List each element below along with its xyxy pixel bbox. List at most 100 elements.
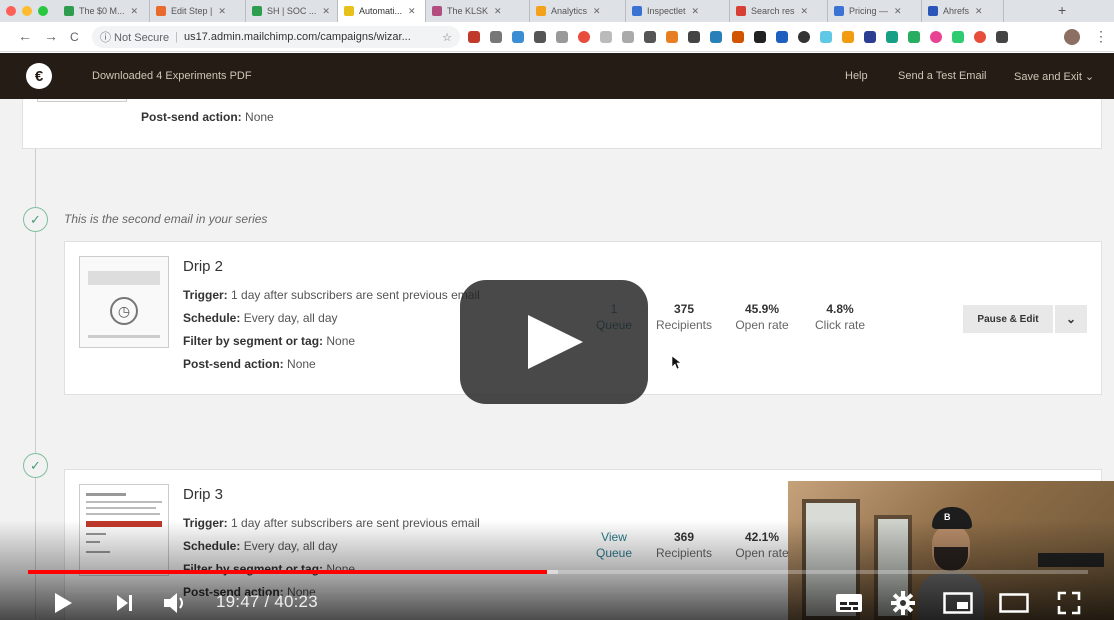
browser-tab[interactable]: The $0 M... ✕ (58, 0, 150, 22)
detail-row: Trigger: 1 day after subscribers are sen… (183, 288, 480, 302)
browser-tab[interactable]: Edit Step | ✕ (150, 0, 246, 22)
extension-icon[interactable] (886, 31, 898, 43)
extension-icon[interactable] (930, 31, 942, 43)
browser-tab[interactable]: Search res ✕ (730, 0, 828, 22)
tab-close-icon[interactable]: ✕ (894, 6, 902, 17)
email-name[interactable]: Drip 2 (183, 258, 223, 275)
save-and-exit-link[interactable]: Save and Exit ⌄ (1014, 70, 1094, 83)
extension-icon[interactable] (468, 31, 480, 43)
extension-icon[interactable] (688, 31, 700, 43)
email-name[interactable]: Drip 3 (183, 486, 223, 503)
browser-menu-icon[interactable]: ⋮ (1094, 28, 1108, 45)
tab-favicon-icon (432, 6, 442, 16)
theater-icon (999, 593, 1029, 613)
detail-row: Schedule: Every day, all day (183, 311, 338, 325)
extension-icon[interactable] (666, 31, 678, 43)
reload-icon[interactable]: C (70, 30, 79, 44)
back-icon[interactable]: ← (18, 28, 32, 44)
mailchimp-header: € Downloaded 4 Experiments PDF Help Send… (0, 53, 1114, 99)
volume-icon (164, 593, 183, 613)
browser-tab[interactable]: Analytics ✕ (530, 0, 626, 22)
theater-mode-button[interactable] (996, 588, 1032, 618)
dropdown-chevron-icon[interactable]: ⌄ (1055, 305, 1087, 333)
stat-block: 4.8% Click rate (805, 302, 875, 332)
play-button[interactable] (460, 280, 648, 404)
video-player[interactable]: The $0 M... ✕ Edit Step | ✕ SH | SOC ... ✕ Aut… (0, 0, 1114, 620)
settings-button[interactable] (886, 588, 920, 618)
gear-icon (891, 591, 915, 615)
extension-icon[interactable] (490, 31, 502, 43)
extension-icon[interactable] (556, 31, 568, 43)
extension-icon[interactable] (842, 31, 854, 43)
extension-icon[interactable] (908, 31, 920, 43)
window-close-icon[interactable] (6, 6, 16, 16)
extension-icon[interactable] (644, 31, 656, 43)
extension-icon[interactable] (798, 31, 810, 43)
duration: 40:23 (274, 592, 318, 611)
stat-value: 4.8% (826, 302, 854, 316)
tab-close-icon[interactable]: ✕ (408, 6, 416, 17)
tab-title: Pricing — (849, 6, 889, 16)
extension-icon[interactable] (820, 31, 832, 43)
browser-tab[interactable]: Pricing — ✕ (828, 0, 922, 22)
detail-value: Every day, all day (240, 311, 338, 325)
progress-bar[interactable] (28, 570, 1088, 574)
extension-icon[interactable] (622, 31, 634, 43)
tab-favicon-icon (64, 6, 74, 16)
stat-label: Click rate (814, 318, 865, 332)
address-bar[interactable]: ⓘ Not Secure | us17.admin.mailchimp.com/… (92, 26, 460, 48)
mute-button[interactable] (158, 588, 192, 618)
extension-icon[interactable] (710, 31, 722, 43)
detail-label: Filter by segment or tag: (183, 334, 324, 348)
browser-tab[interactable]: Inspectlet ✕ (626, 0, 730, 22)
next-video-button[interactable] (110, 588, 140, 618)
tab-close-icon[interactable]: ✕ (801, 6, 809, 17)
fullscreen-button[interactable] (1052, 588, 1086, 618)
tab-close-icon[interactable]: ✕ (593, 6, 601, 17)
extension-icon[interactable] (864, 31, 876, 43)
browser-tab[interactable]: Automati... ✕ (338, 0, 426, 22)
fullscreen-icon (1057, 591, 1081, 615)
tab-close-icon[interactable]: ✕ (218, 6, 226, 17)
next-icon (117, 595, 132, 611)
browser-toolbar: ← → C ⓘ Not Secure | us17.admin.mailchim… (0, 22, 1114, 52)
extension-icon[interactable] (578, 31, 590, 43)
help-link[interactable]: Help (845, 70, 868, 82)
tab-title: Edit Step | (171, 6, 213, 16)
browser-tab[interactable]: The KLSK ✕ (426, 0, 530, 22)
play-control-button[interactable] (48, 588, 78, 618)
subtitles-button[interactable] (832, 588, 866, 618)
tab-close-icon[interactable]: ✕ (131, 6, 139, 17)
send-test-email-link[interactable]: Send a Test Email (898, 70, 986, 82)
extension-icon[interactable] (600, 31, 612, 43)
extension-icon[interactable] (776, 31, 788, 43)
tab-favicon-icon (156, 6, 166, 16)
tab-close-icon[interactable]: ✕ (692, 6, 700, 17)
stat-label: Open rate (735, 318, 789, 332)
security-indicator[interactable]: ⓘ Not Secure (100, 29, 169, 45)
new-tab-icon[interactable]: + (1058, 2, 1066, 18)
bookmark-star-icon[interactable]: ☆ (442, 31, 452, 44)
profile-avatar[interactable] (1064, 29, 1080, 45)
tab-close-icon[interactable]: ✕ (975, 6, 983, 17)
forward-icon[interactable]: → (44, 28, 58, 44)
miniplayer-button[interactable] (940, 588, 976, 618)
url-text[interactable]: us17.admin.mailchimp.com/campaigns/wizar… (184, 31, 411, 43)
miniplayer-icon (943, 592, 973, 614)
browser-tab[interactable]: Ahrefs ✕ (922, 0, 1004, 22)
extension-icon[interactable] (996, 31, 1008, 43)
window-maximize-icon[interactable] (38, 6, 48, 16)
extension-icon[interactable] (974, 31, 986, 43)
tab-close-icon[interactable]: ✕ (322, 6, 330, 17)
extension-icon[interactable] (952, 31, 964, 43)
extension-icon[interactable] (534, 31, 546, 43)
window-minimize-icon[interactable] (22, 6, 32, 16)
extension-icon[interactable] (512, 31, 524, 43)
address-separator: | (175, 31, 178, 43)
pause-edit-button[interactable]: Pause & Edit (963, 305, 1053, 333)
extension-icon[interactable] (732, 31, 744, 43)
browser-tab[interactable]: SH | SOC ... ✕ (246, 0, 338, 22)
extension-icon[interactable] (754, 31, 766, 43)
mailchimp-logo-icon[interactable]: € (26, 63, 52, 89)
tab-close-icon[interactable]: ✕ (494, 6, 502, 17)
